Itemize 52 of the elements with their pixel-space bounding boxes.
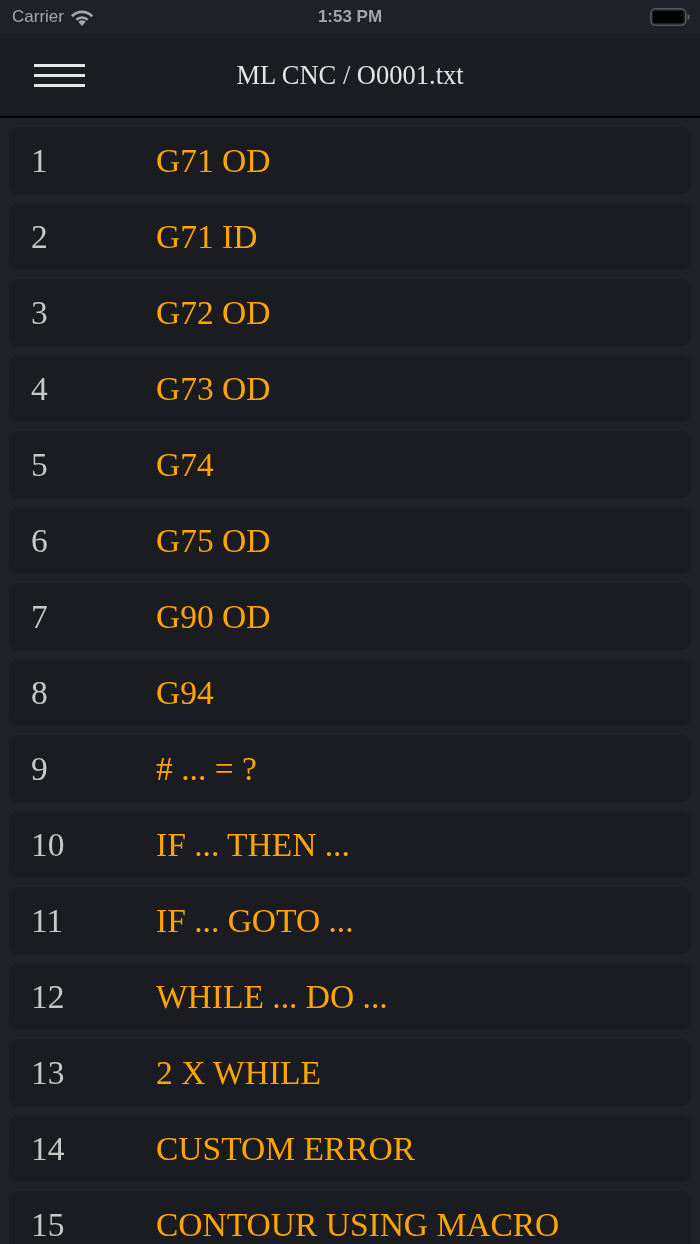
program-row[interactable]: 11 IF ... GOTO ...	[9, 887, 691, 954]
line-number: 3	[31, 293, 48, 332]
program-name: G94	[156, 673, 214, 712]
program-name: G71 ID	[156, 217, 258, 256]
program-name: G75 OD	[156, 521, 271, 560]
program-row[interactable]: 8 G94	[9, 659, 691, 726]
line-number: 15	[31, 1205, 65, 1244]
program-row[interactable]: 3 G72 OD	[9, 279, 691, 346]
carrier-label: Carrier	[12, 7, 64, 27]
line-number: 1	[31, 141, 48, 180]
menu-icon	[34, 63, 85, 87]
program-row[interactable]: 7 G90 OD	[9, 583, 691, 650]
program-name: IF ... GOTO ...	[156, 901, 354, 940]
program-name: G73 OD	[156, 369, 271, 408]
line-number: 12	[31, 977, 65, 1016]
program-name: G90 OD	[156, 597, 271, 636]
program-name: CUSTOM ERROR	[156, 1129, 416, 1168]
program-name: G74	[156, 445, 214, 484]
program-name: 2 X WHILE	[156, 1053, 321, 1092]
program-row[interactable]: 15 CONTOUR USING MACRO	[9, 1191, 691, 1244]
line-number: 5	[31, 445, 48, 484]
line-number: 9	[31, 749, 48, 788]
program-row[interactable]: 13 2 X WHILE	[9, 1039, 691, 1106]
file-title: ML CNC / O0001.txt	[236, 59, 464, 91]
clock-time: 1:53 PM	[317, 7, 383, 27]
line-number: 7	[31, 597, 48, 636]
program-name: CONTOUR USING MACRO	[156, 1205, 560, 1244]
wifi-icon	[69, 8, 94, 26]
line-number: 11	[31, 901, 64, 940]
program-row[interactable]: 1 G71 OD	[9, 127, 691, 194]
program-row[interactable]: 4 G73 OD	[9, 355, 691, 422]
program-name: IF ... THEN ...	[156, 825, 350, 864]
program-row[interactable]: 14 CUSTOM ERROR	[9, 1115, 691, 1182]
program-row[interactable]: 12 WHILE ... DO ...	[9, 963, 691, 1030]
line-number: 13	[31, 1053, 65, 1092]
program-name: WHILE ... DO ...	[156, 977, 388, 1016]
program-row[interactable]: 6 G75 OD	[9, 507, 691, 574]
line-number: 2	[31, 217, 48, 256]
line-number: 4	[31, 369, 48, 408]
program-row[interactable]: 2 G71 ID	[9, 203, 691, 270]
line-number: 10	[31, 825, 65, 864]
program-name: G72 OD	[156, 293, 271, 332]
program-row[interactable]: 10 IF ... THEN ...	[9, 811, 691, 878]
program-name: G71 OD	[156, 141, 271, 180]
line-number: 8	[31, 673, 48, 712]
line-number: 6	[31, 521, 48, 560]
program-name: # ... = ?	[156, 749, 257, 788]
menu-button[interactable]	[34, 63, 85, 87]
line-number: 14	[31, 1129, 65, 1168]
program-row[interactable]: 9 # ... = ?	[9, 735, 691, 802]
program-row[interactable]: 5 G74	[9, 431, 691, 498]
battery-icon	[650, 8, 690, 26]
